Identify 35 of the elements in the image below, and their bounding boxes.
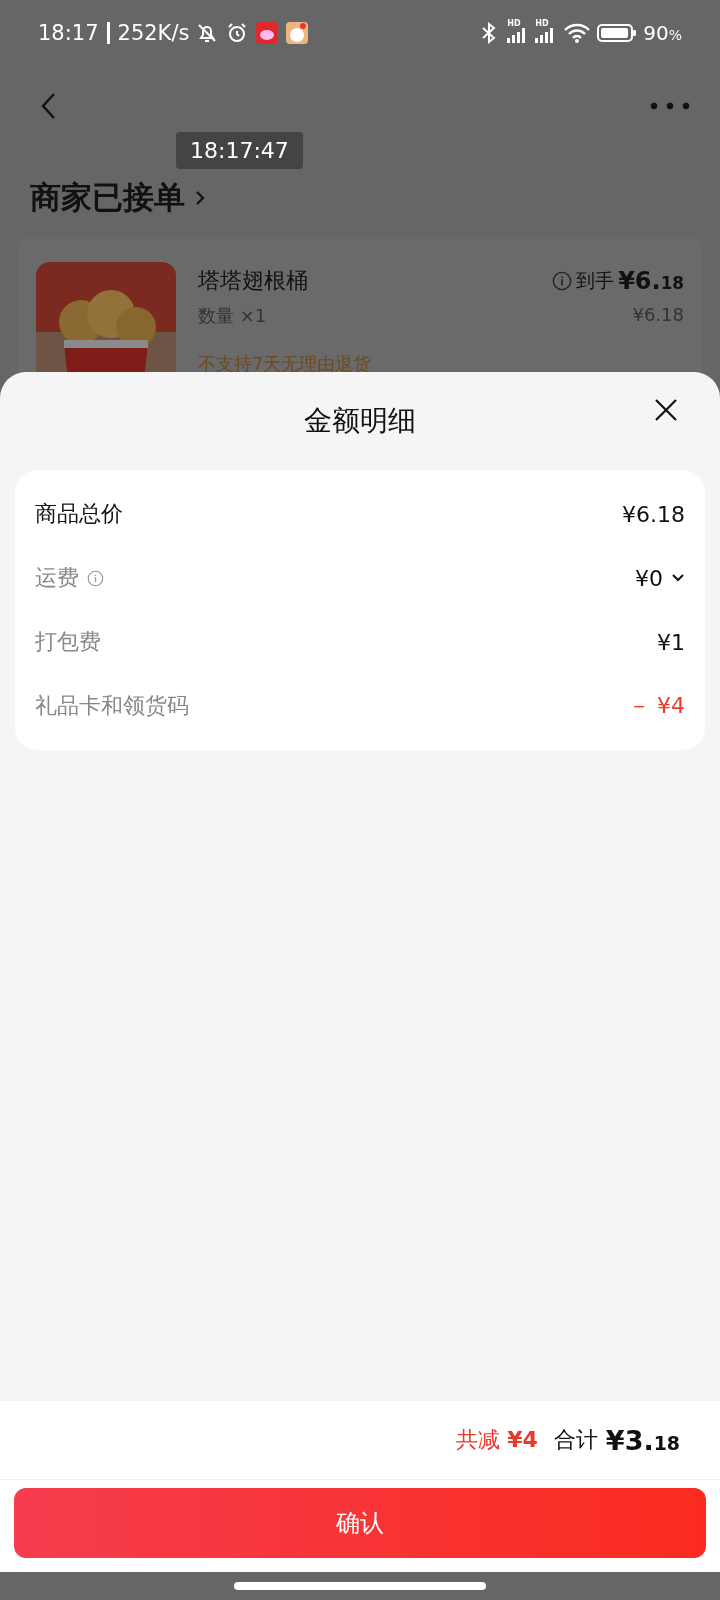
status-divider: [106, 22, 110, 44]
app-icon: [285, 21, 310, 45]
discount-total: 共减 ¥4: [456, 1426, 538, 1454]
chevron-down-icon[interactable]: [671, 573, 685, 583]
wifi-icon: [563, 22, 592, 44]
fee-amount: － ¥4: [628, 692, 685, 720]
fee-label: 商品总价: [35, 500, 123, 528]
app-icon: [255, 21, 280, 45]
more-icon[interactable]: [650, 102, 690, 110]
time-tooltip: 18:17:47: [176, 132, 303, 169]
total-label: 合计: [553, 1426, 598, 1454]
order-status-link[interactable]: 商家已接单: [30, 172, 205, 224]
fee-amount: ¥6.18: [622, 501, 685, 527]
quantity: 数量 ×1: [198, 304, 267, 328]
final-price: ¥6.18: [618, 267, 684, 295]
battery-percent: 90%: [643, 21, 682, 45]
fee-label: 礼品卡和领货码: [35, 692, 189, 720]
total-amount: ¥3.18: [605, 1424, 680, 1456]
original-price: ¥6.18: [632, 304, 684, 327]
product-name: 塔塔翅根桶: [198, 267, 308, 295]
sheet-title: 金额明细: [304, 403, 416, 439]
network-speed: 252K/s: [117, 21, 190, 45]
fee-amount: ¥0: [635, 565, 663, 591]
confirm-button[interactable]: 确认: [14, 1488, 706, 1558]
close-icon[interactable]: [654, 398, 678, 422]
info-icon[interactable]: [87, 569, 104, 587]
fee-amount: ¥1: [657, 629, 685, 655]
back-icon[interactable]: [40, 92, 56, 120]
fee-label: 运费: [35, 564, 79, 592]
battery-icon: [597, 23, 638, 43]
info-icon[interactable]: [552, 271, 573, 291]
status-time: 18:17: [38, 21, 99, 45]
price-label: 到手: [576, 268, 615, 293]
chevron-right-icon: [195, 190, 205, 206]
fee-label: 打包费: [35, 628, 101, 656]
